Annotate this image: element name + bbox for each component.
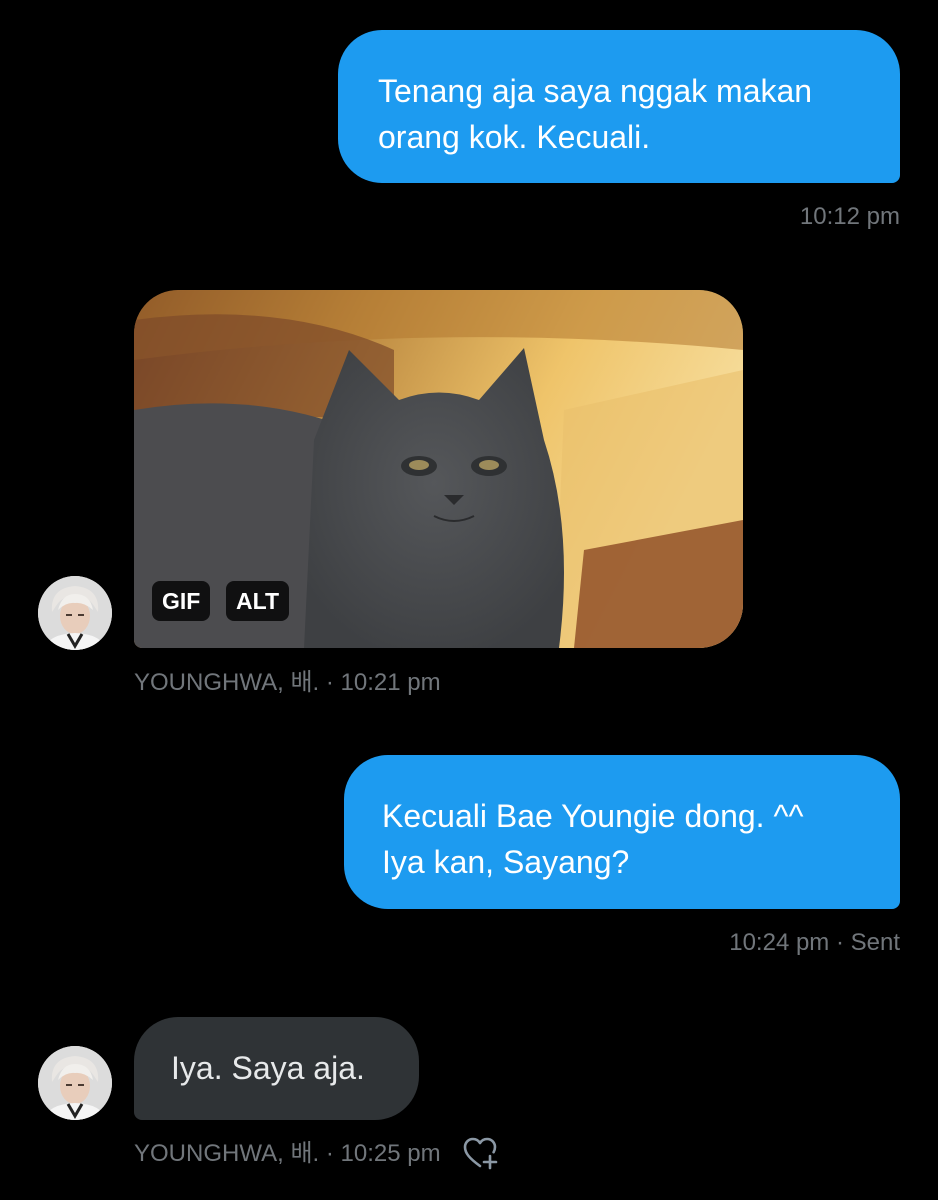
heart-plus-icon[interactable]	[463, 1137, 499, 1171]
avatar-image	[38, 576, 112, 650]
alt-text-button[interactable]: ALT	[226, 581, 290, 621]
avatar[interactable]	[38, 1046, 112, 1120]
message-text: Iya. Saya aja.	[171, 1050, 365, 1086]
avatar-image	[38, 1046, 112, 1120]
avatar[interactable]	[38, 576, 112, 650]
incoming-message-bubble[interactable]: Iya. Saya aja.	[134, 1017, 419, 1120]
message-timestamp-status: 10:24 pm · Sent	[729, 929, 900, 956]
outgoing-message-bubble[interactable]: Tenang aja saya nggak makan orang kok. K…	[338, 30, 900, 183]
message-text-line: Tenang aja saya nggak makan	[378, 73, 813, 109]
message-sender-timestamp: YOUNGHWA, 배. · 10:25 pm	[134, 1140, 441, 1167]
gif-badge: GIF	[152, 581, 211, 621]
message-text-line: orang kok. Kecuali.	[378, 119, 651, 155]
message-timestamp: 10:12 pm	[799, 203, 900, 230]
dm-conversation: Tenang aja saya nggak makan orang kok. K…	[0, 0, 938, 1200]
message-text-line: Kecuali Bae Youngie dong. ^^	[382, 798, 804, 834]
message-sender-timestamp: YOUNGHWA, 배. · 10:21 pm	[134, 669, 441, 696]
message-text-line: Iya kan, Sayang?	[382, 844, 630, 880]
outgoing-message-bubble[interactable]: Kecuali Bae Youngie dong. ^^ Iya kan, Sa…	[344, 755, 900, 909]
gif-message[interactable]: GIF ALT	[134, 290, 743, 648]
